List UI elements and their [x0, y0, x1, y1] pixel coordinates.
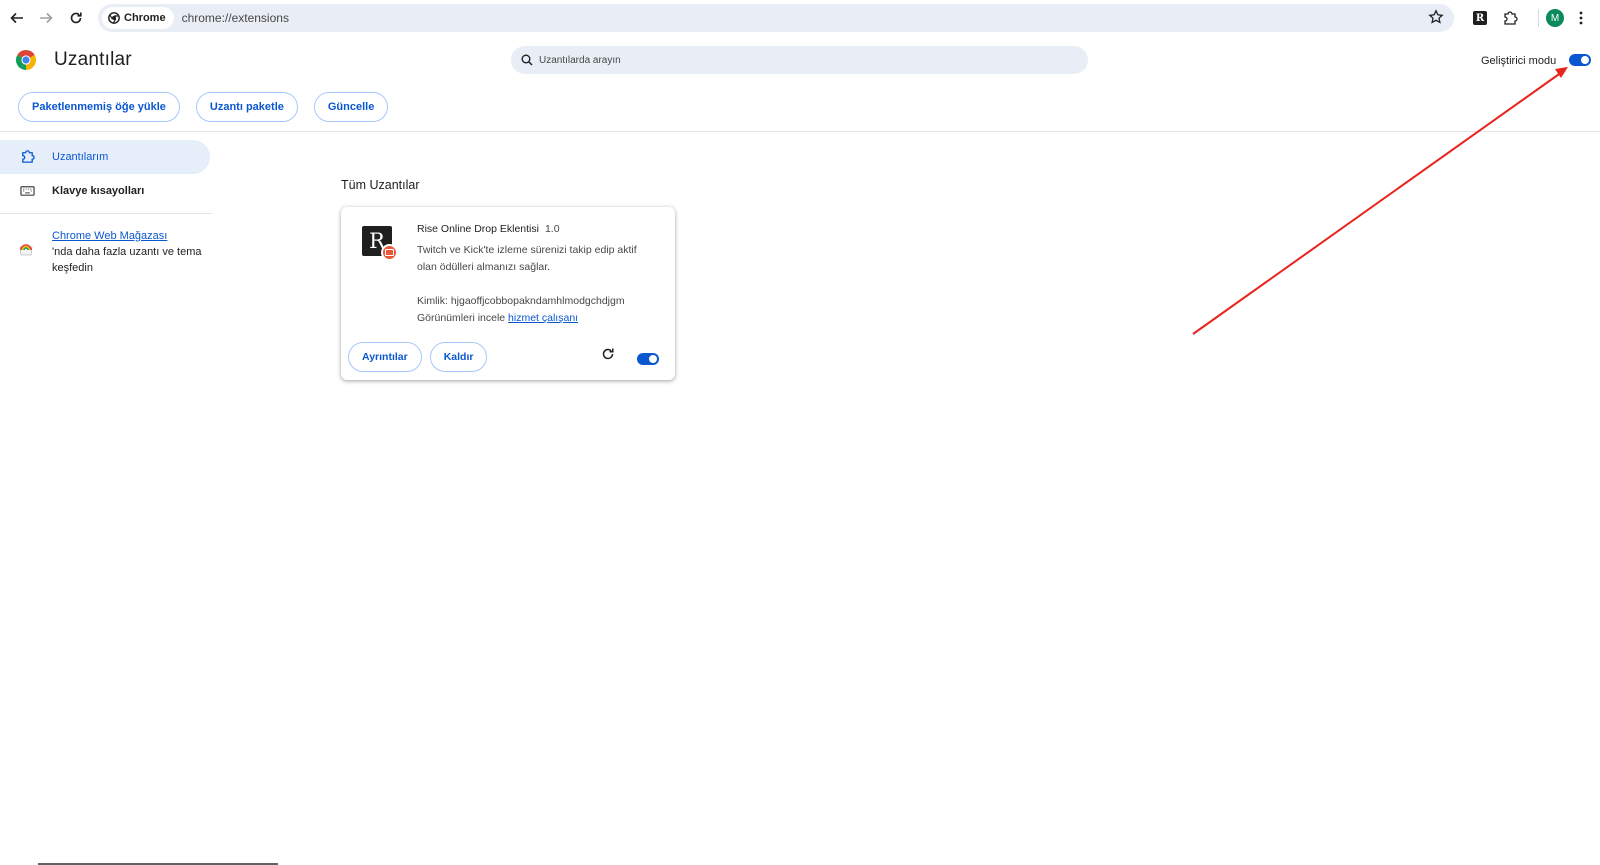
chrome-menu-button[interactable] [1573, 6, 1589, 30]
web-store-text: Chrome Web Mağazası 'nda daha fazla uzan… [52, 228, 202, 276]
more-vert-icon [1579, 11, 1583, 25]
sidebar-divider [0, 213, 212, 214]
site-chip-label: Chrome [124, 12, 166, 24]
card-actions: Ayrıntılar Kaldır [348, 342, 488, 372]
details-button[interactable]: Ayrıntılar [348, 342, 422, 372]
extension-version: 1.0 [544, 223, 560, 235]
address-bar[interactable]: Chrome chrome://extensions [98, 4, 1454, 32]
extension-name: Rise Online Drop Eklentisi [417, 223, 539, 235]
avatar: M [1546, 9, 1564, 27]
sidebar-item-label: Klavye kısayolları [52, 185, 145, 197]
record-badge-icon [381, 244, 398, 261]
profile-button[interactable]: M [1545, 6, 1565, 30]
remove-button[interactable]: Kaldır [429, 342, 488, 372]
extension-card: R Rise Online Drop Eklentisi 1.0 Twitch v… [341, 207, 675, 380]
web-store-description: 'nda daha fazla uzantı ve tema keşfedin [52, 246, 202, 274]
pack-extension-button[interactable]: Uzantı paketle [195, 92, 298, 122]
developer-mode-label: Geliştirici modu [1481, 55, 1557, 67]
extension-description: Twitch ve Kick'te izleme sürenizi takip … [417, 244, 637, 273]
sidebar-item-label: Uzantılarım [52, 151, 109, 163]
web-store-link[interactable]: Chrome Web Mağazası [52, 230, 167, 242]
load-unpacked-button[interactable]: Paketlenmemiş öğe yükle [18, 92, 180, 122]
inspect-views-label: Görünümleri incele [417, 312, 506, 324]
service-worker-link[interactable]: hizmet çalışanı [508, 312, 578, 324]
sidebar-item-keyboard-shortcuts[interactable]: Klavye kısayolları [0, 174, 210, 208]
sidebar-item-my-extensions[interactable]: Uzantılarım [0, 140, 210, 174]
extension-id: Kimlik: hjgaoffjcobbopakndamhlmodgchdjgm [417, 295, 625, 307]
inspect-views: Görünümleri incele hizmet çalışanı [417, 312, 578, 324]
arrow-right-icon [40, 12, 53, 24]
reload-icon [70, 12, 82, 24]
puzzle-icon [1504, 11, 1518, 25]
browser-toolbar: Chrome chrome://extensions R M [0, 0, 1600, 36]
web-store-icon [18, 242, 34, 261]
update-button[interactable]: Güncelle [313, 92, 389, 122]
arrow-left-icon [10, 12, 23, 24]
keyboard-icon [20, 183, 35, 201]
extension-enable-toggle[interactable] [637, 353, 659, 365]
search-icon [521, 54, 533, 66]
chrome-logo-icon [16, 50, 36, 75]
back-button[interactable] [5, 6, 29, 30]
chrome-icon [108, 12, 120, 24]
toolbar-divider [1538, 9, 1539, 27]
search-box[interactable] [511, 46, 1088, 74]
forward-button[interactable] [34, 6, 58, 30]
search-input[interactable] [539, 54, 1039, 66]
reload-extension-icon[interactable] [601, 347, 615, 366]
extensions-header: Uzantılar Geliştirici modu Paketlenmemiş… [0, 36, 1600, 132]
reload-page-button[interactable] [64, 6, 88, 30]
extension-name-row: Rise Online Drop Eklentisi 1.0 [417, 223, 560, 235]
rise-extension-button[interactable]: R [1470, 6, 1490, 30]
extensions-menu-button[interactable] [1500, 6, 1520, 30]
url-text[interactable]: chrome://extensions [182, 11, 289, 25]
developer-actions: Paketlenmemiş öğe yükle Uzantı paketle G… [18, 92, 389, 122]
rise-extension-icon: R [1473, 11, 1487, 25]
bookmark-star-icon[interactable] [1428, 9, 1444, 30]
section-title: Tüm Uzantılar [341, 178, 420, 192]
developer-mode-toggle[interactable] [1569, 54, 1591, 66]
puzzle-icon [20, 149, 35, 167]
page-title: Uzantılar [54, 49, 132, 70]
site-chip[interactable]: Chrome [102, 7, 174, 29]
